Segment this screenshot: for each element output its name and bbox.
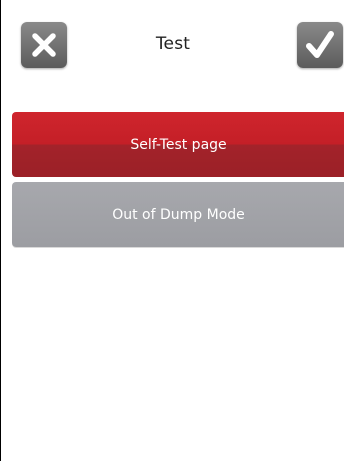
- confirm-button[interactable]: [297, 22, 343, 68]
- test-menu: Self-Test page Out of Dump Mode: [12, 112, 344, 247]
- menu-item-label: Self-Test page: [130, 136, 227, 153]
- menu-item-self-test-page[interactable]: Self-Test page: [12, 112, 344, 177]
- page-title: Test: [155, 34, 191, 54]
- header: Test: [1, 0, 344, 90]
- check-icon: [306, 31, 334, 58]
- test-screen: Test Self-Test page Out of Dump Mode: [0, 0, 344, 461]
- menu-item-label: Out of Dump Mode: [112, 206, 245, 223]
- menu-item-out-of-dump-mode[interactable]: Out of Dump Mode: [12, 182, 344, 247]
